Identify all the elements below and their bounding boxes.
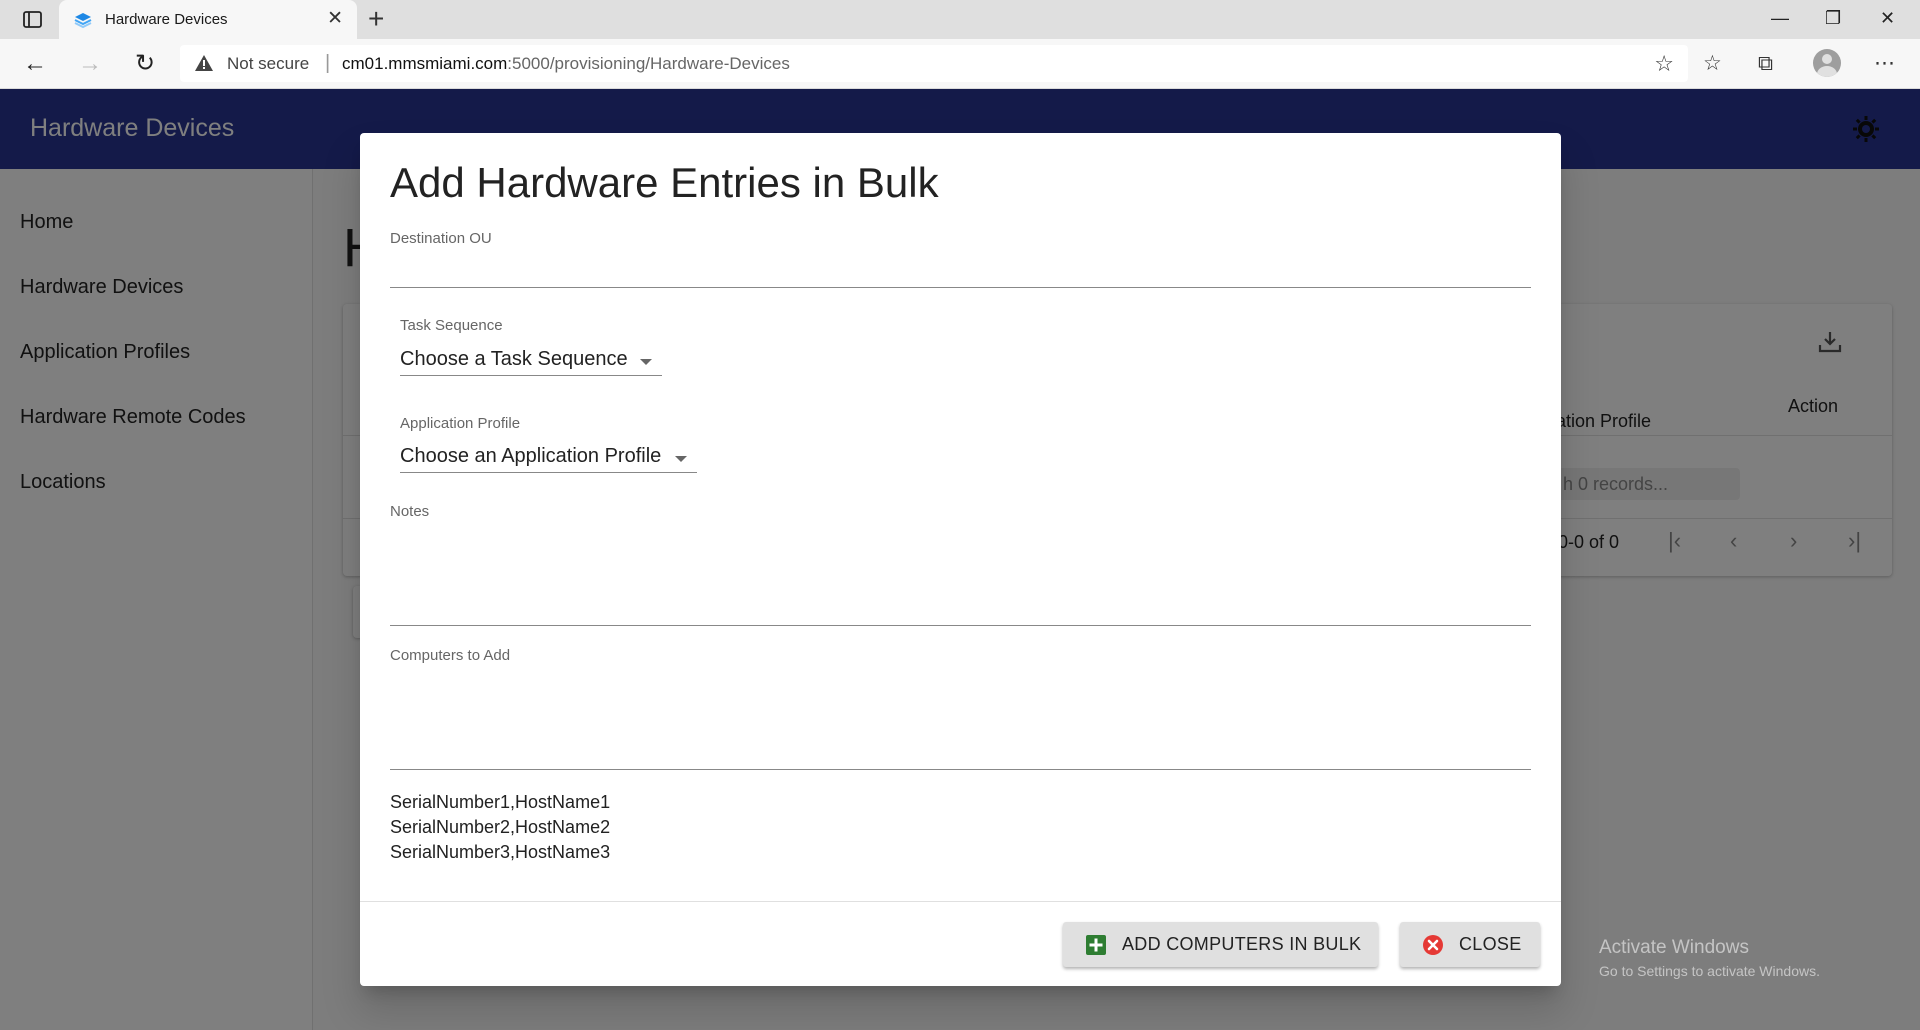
destination-ou-field[interactable] xyxy=(390,251,1531,291)
favorites-icon[interactable]: ☆ xyxy=(1703,50,1722,78)
task-sequence-underline xyxy=(400,375,662,376)
address-bar: ← → ↻ Not secure | cm01.mmsmiami.com:500… xyxy=(0,39,1920,89)
back-icon[interactable]: ← xyxy=(20,49,50,79)
tab-actions-icon[interactable] xyxy=(14,9,46,31)
url-field[interactable]: Not secure | cm01.mmsmiami.com:5000/prov… xyxy=(180,45,1688,82)
new-tab-icon[interactable]: + xyxy=(368,4,384,34)
notes-label: Notes xyxy=(390,503,430,520)
application-profile-label: Application Profile xyxy=(400,415,521,432)
dialog-actions-divider xyxy=(360,901,1561,902)
example-line: SerialNumber1,HostName1 xyxy=(390,792,611,812)
browser-tab[interactable]: Hardware Devices ✕ xyxy=(59,0,357,39)
add-icon xyxy=(1086,935,1106,955)
warning-icon[interactable] xyxy=(194,54,214,72)
profile-avatar[interactable] xyxy=(1813,49,1841,77)
notes-underline xyxy=(390,625,1531,626)
windows-activation-watermark: Activate Windows Go to Settings to activ… xyxy=(1599,937,1820,979)
close-icon xyxy=(1423,935,1443,955)
task-sequence-label: Task Sequence xyxy=(400,317,503,334)
url-path: :5000/provisioning/Hardware-Devices xyxy=(507,54,790,73)
task-sequence-select[interactable]: Choose a Task Sequence xyxy=(400,339,662,379)
task-sequence-value: Choose a Task Sequence xyxy=(400,348,628,370)
example-line: SerialNumber3,HostName3 xyxy=(390,842,611,862)
add-computers-in-bulk-button[interactable]: ADD COMPUTERS IN BULK xyxy=(1063,922,1378,967)
tab-title: Hardware Devices xyxy=(105,11,228,28)
url-separator: | xyxy=(325,52,331,74)
destination-ou-underline xyxy=(390,287,1531,288)
window-close-icon[interactable]: ✕ xyxy=(1880,6,1895,30)
format-example: SerialNumber1,HostName1 SerialNumber2,Ho… xyxy=(390,790,610,865)
tab-close-icon[interactable]: ✕ xyxy=(327,9,343,29)
close-button[interactable]: CLOSE xyxy=(1400,922,1540,967)
url-text: cm01.mmsmiami.com:5000/provisioning/Hard… xyxy=(342,54,790,74)
browser-tab-strip: Hardware Devices ✕ + — ❐ ✕ xyxy=(0,0,1920,39)
minimize-icon[interactable]: — xyxy=(1771,6,1789,30)
computers-to-add-label: Computers to Add xyxy=(390,647,511,664)
close-button-label: CLOSE xyxy=(1459,934,1522,954)
computers-to-add-textarea[interactable] xyxy=(390,669,1531,769)
notes-textarea[interactable] xyxy=(390,525,1531,625)
bulk-add-dialog: Add Hardware Entries in Bulk Destination… xyxy=(360,133,1561,986)
destination-ou-label: Destination OU xyxy=(390,230,492,247)
add-button-label: ADD COMPUTERS IN BULK xyxy=(1122,934,1362,954)
dialog-title: Add Hardware Entries in Bulk xyxy=(390,159,939,206)
computers-to-add-underline xyxy=(390,769,1531,770)
reload-icon[interactable]: ↻ xyxy=(130,49,160,79)
application-profile-underline xyxy=(400,472,697,473)
application-profile-select[interactable]: Choose an Application Profile xyxy=(400,436,697,476)
site-favicon-icon xyxy=(74,13,92,29)
collections-icon[interactable]: ⧉ xyxy=(1758,50,1773,78)
url-host: cm01.mmsmiami.com xyxy=(342,54,508,73)
chevron-down-icon xyxy=(675,456,687,462)
forward-icon[interactable]: → xyxy=(75,49,105,79)
watermark-line-1: Activate Windows xyxy=(1599,937,1749,958)
example-line: SerialNumber2,HostName2 xyxy=(390,817,611,837)
restore-icon[interactable]: ❐ xyxy=(1825,6,1841,30)
not-secure-label[interactable]: Not secure xyxy=(227,54,309,74)
watermark-line-2: Go to Settings to activate Windows. xyxy=(1599,963,1820,979)
application-profile-value: Choose an Application Profile xyxy=(400,445,662,467)
more-menu-icon[interactable]: ⋯ xyxy=(1874,50,1895,78)
chevron-down-icon xyxy=(640,359,652,365)
add-favorite-icon[interactable]: ☆ xyxy=(1654,51,1674,77)
